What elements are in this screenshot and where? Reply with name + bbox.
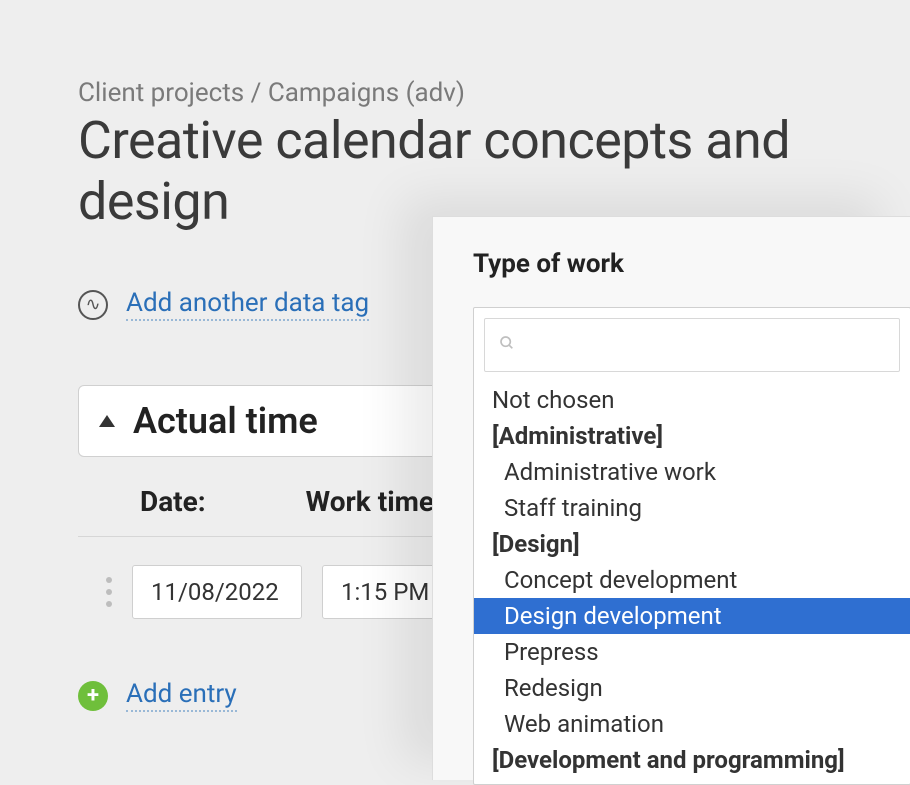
option-design-development[interactable]: Design development bbox=[474, 598, 910, 634]
option-web-animation[interactable]: Web animation bbox=[474, 706, 910, 742]
option-administrative-work[interactable]: Administrative work bbox=[474, 454, 910, 490]
option-concept-development[interactable]: Concept development bbox=[474, 562, 910, 598]
add-tag-link[interactable]: Add another data tag bbox=[126, 288, 369, 321]
section-title: Actual time bbox=[133, 400, 318, 442]
date-field[interactable]: 11/08/2022 bbox=[132, 565, 302, 619]
option-redesign[interactable]: Redesign bbox=[474, 670, 910, 706]
option-group-design[interactable]: [Design] bbox=[474, 526, 910, 562]
type-of-work-dropdown: Not chosen [Administrative] Administrati… bbox=[473, 307, 910, 785]
breadcrumb[interactable]: Client projects / Campaigns (adv) bbox=[78, 78, 910, 108]
popover-title: Type of work bbox=[473, 249, 910, 279]
collapse-icon bbox=[99, 415, 115, 427]
drag-handle-icon[interactable] bbox=[106, 577, 112, 607]
page-title: Creative calendar concepts and design bbox=[78, 110, 910, 232]
plus-icon[interactable]: + bbox=[78, 681, 108, 711]
tag-icon: ∿ bbox=[78, 290, 108, 320]
option-group-development[interactable]: [Development and programming] bbox=[474, 742, 910, 778]
option-staff-training[interactable]: Staff training bbox=[474, 490, 910, 526]
dropdown-search[interactable] bbox=[484, 318, 900, 372]
type-of-work-popover: Type of work Not chosen [Administrative]… bbox=[432, 216, 910, 780]
search-icon bbox=[499, 335, 515, 356]
add-entry-link[interactable]: Add entry bbox=[126, 679, 237, 712]
option-prepress[interactable]: Prepress bbox=[474, 634, 910, 670]
column-date: Date: bbox=[140, 485, 206, 518]
option-not-chosen[interactable]: Not chosen bbox=[474, 382, 910, 418]
option-group-administrative[interactable]: [Administrative] bbox=[474, 418, 910, 454]
column-work-time: Work time bbox=[306, 485, 434, 518]
option-list: Not chosen [Administrative] Administrati… bbox=[474, 376, 910, 784]
